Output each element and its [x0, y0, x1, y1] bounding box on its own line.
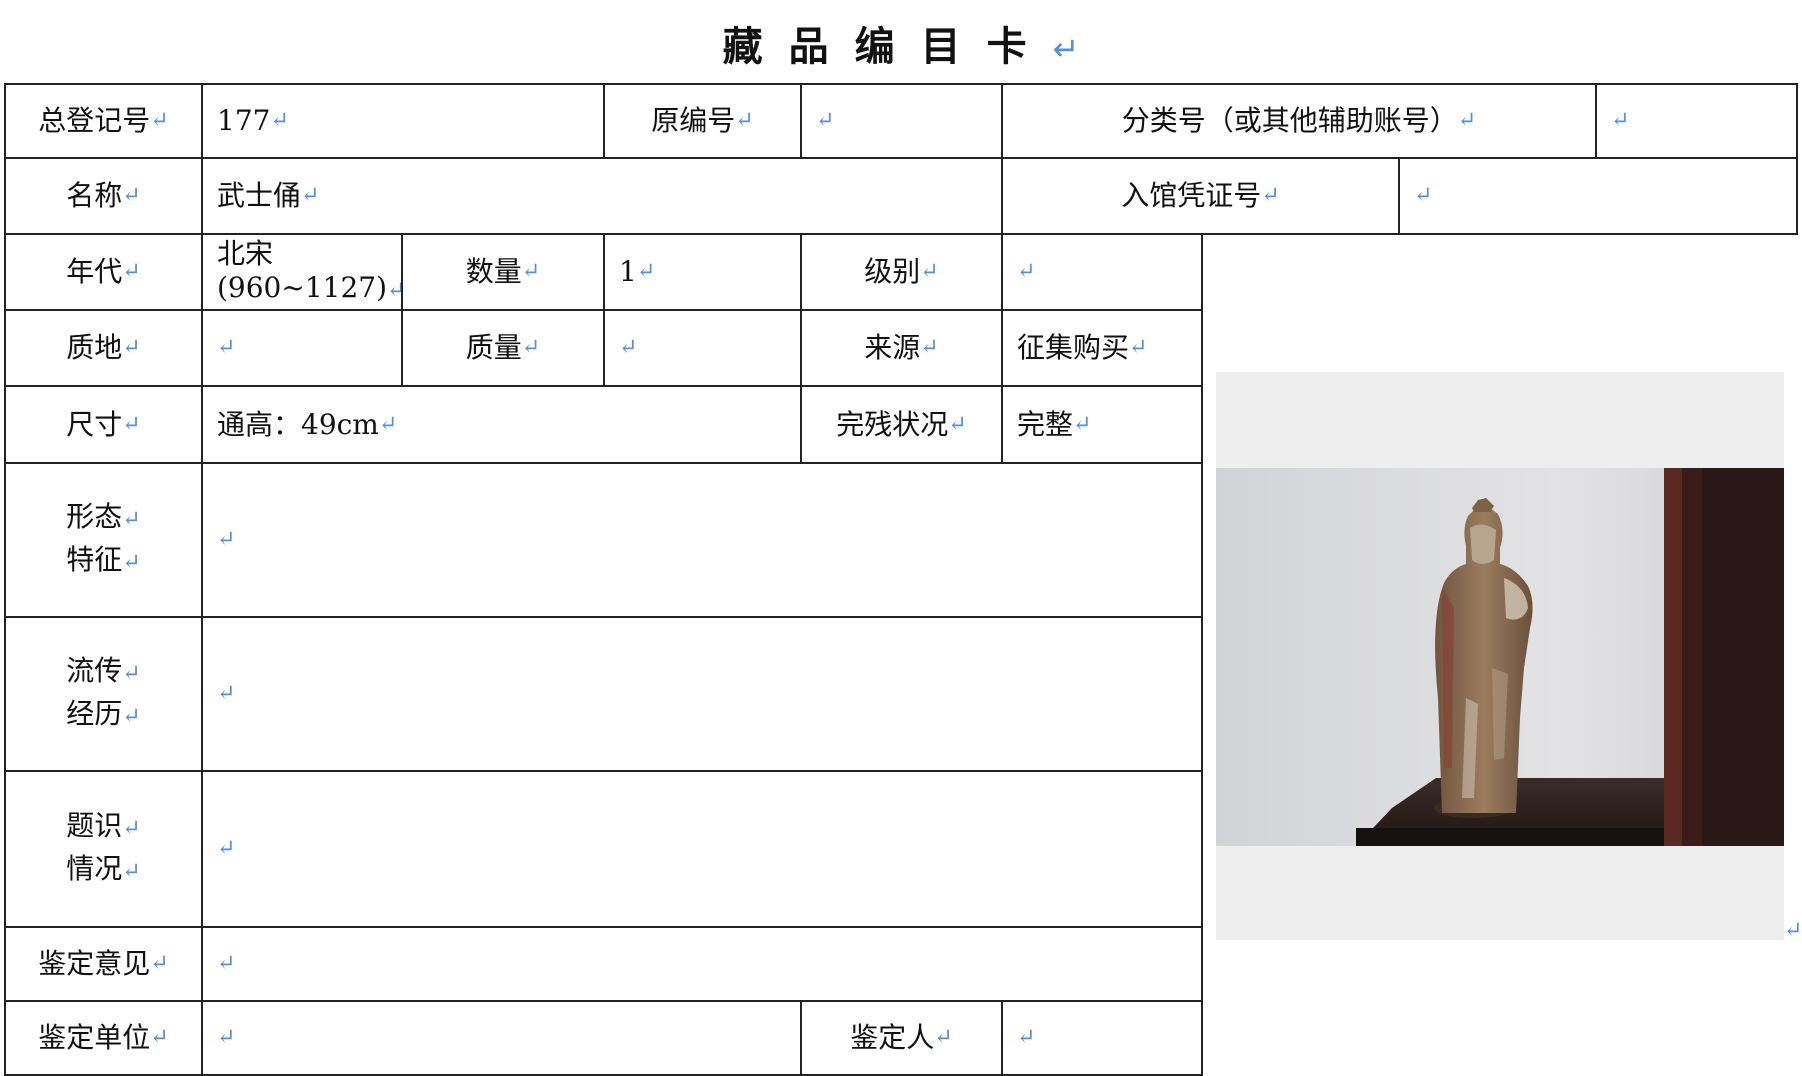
condition-value[interactable]: 完整 ↵ — [1001, 385, 1203, 464]
inscription-label-line2: 情况↵ — [66, 852, 141, 885]
era-value[interactable]: 北宋 (960~1127)↵ — [201, 233, 406, 311]
shape-label: 形态↵ 特征↵ — [4, 462, 203, 618]
inscription-label-line1: 题识↵ — [66, 809, 141, 842]
entry-voucher-label: 入馆凭证号 ↵ — [1001, 157, 1400, 235]
register-no-label: 总登记号 ↵ — [4, 83, 203, 159]
appraisal-opinion-value[interactable]: ↵ — [201, 926, 1203, 1002]
name-label: 名称 ↵ — [4, 157, 203, 235]
inscription-label: 题识↵ 情况↵ — [4, 770, 203, 928]
warrior-figurine-image — [1216, 468, 1784, 846]
artifact-photo — [1216, 468, 1784, 846]
grade-label: 级别 ↵ — [800, 233, 1003, 311]
provenance-label-line1: 流传↵ — [66, 654, 141, 687]
size-value[interactable]: 通高：49cm ↵ — [201, 385, 802, 464]
shape-value[interactable]: ↵ — [201, 462, 1203, 618]
source-value[interactable]: 征集购买 ↵ — [1001, 309, 1203, 387]
appraisal-unit-label: 鉴定单位 ↵ — [4, 1000, 203, 1076]
quantity-label: 数量 ↵ — [401, 233, 605, 311]
name-value[interactable]: 武士俑 ↵ — [201, 157, 1003, 235]
era-value-line1: 北宋 — [217, 236, 274, 270]
provenance-label: 流传↵ 经历↵ — [4, 616, 203, 772]
class-no-label: 分类号（或其他辅助账号） ↵ — [1001, 83, 1597, 159]
original-no-label: 原编号 ↵ — [603, 83, 802, 159]
provenance-value[interactable]: ↵ — [201, 616, 1203, 772]
provenance-label-line2: 经历↵ — [66, 697, 141, 730]
era-value-line2: (960~1127)↵ — [217, 270, 406, 304]
class-no-value[interactable]: ↵ — [1595, 83, 1798, 159]
material-label: 质地 ↵ — [4, 309, 203, 387]
shape-label-line1: 形态↵ — [66, 500, 141, 533]
shape-label-line2: 特征↵ — [66, 543, 141, 576]
quantity-value[interactable]: 1 ↵ — [603, 233, 802, 311]
card-title: 藏品编目卡↵ — [722, 24, 1080, 70]
entry-voucher-value[interactable]: ↵ — [1398, 157, 1798, 235]
register-no-value[interactable]: 177 ↵ — [201, 83, 605, 159]
condition-label: 完残状况 ↵ — [800, 385, 1003, 464]
appraiser-value[interactable]: ↵ — [1001, 1000, 1203, 1076]
inscription-value[interactable]: ↵ — [201, 770, 1203, 928]
appraisal-opinion-label: 鉴定意见 ↵ — [4, 926, 203, 1002]
original-no-value[interactable]: ↵ — [800, 83, 1003, 159]
grade-value[interactable]: ↵ — [1001, 233, 1203, 311]
appraisal-unit-value[interactable]: ↵ — [201, 1000, 802, 1076]
weight-value[interactable]: ↵ — [603, 309, 802, 387]
era-label: 年代 ↵ — [4, 233, 203, 311]
size-label: 尺寸 ↵ — [4, 385, 203, 464]
weight-label: 质量 ↵ — [401, 309, 605, 387]
source-label: 来源 ↵ — [800, 309, 1003, 387]
material-value[interactable]: ↵ — [201, 309, 403, 387]
appraiser-label: 鉴定人 ↵ — [800, 1000, 1003, 1076]
return-mark: ↵ — [1784, 918, 1802, 943]
